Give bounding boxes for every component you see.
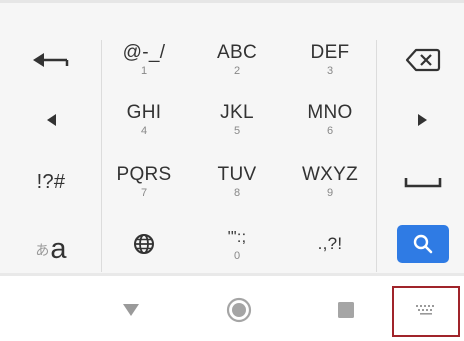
key-7[interactable]: PQRS 7 <box>110 160 178 204</box>
space-bar-icon <box>404 178 442 188</box>
key-5-label: JKL <box>220 102 254 123</box>
key-9-label: WXYZ <box>301 164 359 185</box>
keyboard-button-highlight <box>392 286 460 337</box>
key-4-number: 4 <box>140 125 148 137</box>
key-8[interactable]: TUV 8 <box>203 160 271 204</box>
alpha-label: a <box>50 233 67 265</box>
kana-label: あ <box>35 242 50 258</box>
key-2-label: ABC <box>217 42 257 63</box>
arrow-left-icon <box>33 53 69 67</box>
punctuation-key[interactable]: .,?! <box>296 222 364 266</box>
delete-key[interactable] <box>392 38 454 82</box>
key-1-label: @-_/ <box>122 42 166 63</box>
symbols-key-label: !?# <box>36 171 66 193</box>
key-1-number: 1 <box>140 65 148 77</box>
square-recents-icon <box>338 302 354 318</box>
key-1[interactable]: @-_/ 1 <box>110 38 178 82</box>
backspace-x-icon <box>405 48 441 72</box>
home-button[interactable] <box>219 290 259 330</box>
search-key[interactable] <box>397 225 449 263</box>
recents-button[interactable] <box>326 290 366 330</box>
screen: @-_/ 1 ABC 2 DEF 3 GHI 4 JKL 5 MNO 6 !?#… <box>0 0 464 341</box>
language-key[interactable] <box>110 222 178 266</box>
key-5-number: 5 <box>233 125 241 137</box>
key-5[interactable]: JKL 5 <box>203 98 271 142</box>
punctuation-key-label: .,?! <box>317 234 343 253</box>
circle-home-icon <box>226 297 252 323</box>
globe-icon <box>134 234 154 254</box>
key-3-number: 3 <box>326 65 334 77</box>
column-separator-left <box>101 40 102 272</box>
triangle-right-icon <box>418 114 427 126</box>
backspace-arrow-key[interactable] <box>16 38 86 82</box>
symbols-key[interactable]: !?# <box>16 160 86 204</box>
triangle-down-icon <box>123 304 139 316</box>
soft-keyboard: @-_/ 1 ABC 2 DEF 3 GHI 4 JKL 5 MNO 6 !?#… <box>0 0 464 276</box>
cursor-left-key[interactable] <box>16 98 86 142</box>
key-4[interactable]: GHI 4 <box>110 98 178 142</box>
key-8-label: TUV <box>217 164 257 185</box>
key-0-label: '":; <box>227 229 247 246</box>
column-separator-right <box>376 40 377 272</box>
back-button[interactable] <box>111 290 151 330</box>
cursor-right-key[interactable] <box>392 98 454 142</box>
input-mode-key[interactable]: あ a <box>16 222 86 266</box>
key-2-number: 2 <box>233 65 241 77</box>
key-0[interactable]: '":; 0 <box>203 220 271 270</box>
key-8-number: 8 <box>233 187 241 199</box>
key-9-number: 9 <box>326 187 334 199</box>
key-9[interactable]: WXYZ 9 <box>296 160 364 204</box>
key-6-label: MNO <box>307 102 353 123</box>
key-2[interactable]: ABC 2 <box>203 38 271 82</box>
key-7-number: 7 <box>140 187 148 199</box>
search-icon <box>413 234 433 254</box>
space-key[interactable] <box>392 160 454 204</box>
key-0-number: 0 <box>233 250 241 262</box>
key-7-label: PQRS <box>116 164 172 185</box>
key-4-label: GHI <box>126 102 162 123</box>
triangle-left-icon <box>47 114 56 126</box>
key-6-number: 6 <box>326 125 334 137</box>
key-3[interactable]: DEF 3 <box>296 38 364 82</box>
key-6[interactable]: MNO 6 <box>296 98 364 142</box>
keyboard-top-border <box>0 0 464 3</box>
key-3-label: DEF <box>310 42 350 63</box>
